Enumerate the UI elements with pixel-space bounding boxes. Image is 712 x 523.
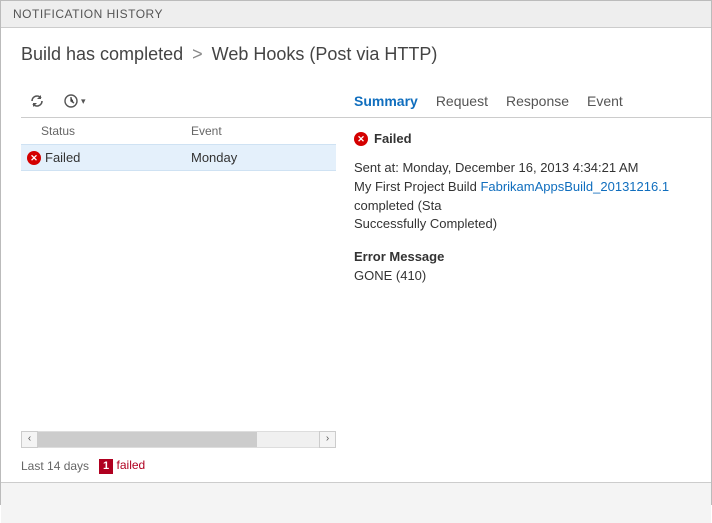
breadcrumb-event: Build has completed bbox=[21, 44, 183, 64]
panel-title-text: NOTIFICATION HISTORY bbox=[13, 7, 163, 21]
scroll-track[interactable] bbox=[38, 431, 319, 448]
history-toolbar: ▾ bbox=[21, 83, 336, 118]
horizontal-scrollbar[interactable]: ‹ › bbox=[21, 431, 336, 448]
message-prefix: My First Project Build bbox=[354, 179, 477, 194]
detail-tabs: Summary Request Response Event bbox=[336, 83, 711, 118]
build-link[interactable]: FabrikamAppsBuild_20131216.1 bbox=[480, 179, 669, 194]
failed-count-badge: 1 bbox=[99, 459, 113, 474]
sent-at-label: Sent at: bbox=[354, 160, 399, 175]
refresh-button[interactable] bbox=[29, 93, 45, 109]
tab-event[interactable]: Event bbox=[587, 93, 623, 109]
message-suffix-1: completed (Sta bbox=[354, 198, 441, 213]
message-line-2: Successfully Completed) bbox=[354, 215, 693, 234]
history-status-line: Last 14 days 1 failed bbox=[21, 454, 336, 482]
row-event: Monday bbox=[191, 150, 336, 165]
scroll-left-button[interactable]: ‹ bbox=[21, 431, 38, 448]
row-status: Failed bbox=[45, 150, 80, 165]
history-range-dropdown[interactable]: ▾ bbox=[63, 93, 86, 109]
detail-panel: Summary Request Response Event Failed Se… bbox=[336, 83, 711, 482]
error-icon bbox=[354, 132, 368, 146]
detail-status-row: Failed bbox=[354, 130, 693, 149]
message-line-1: My First Project Build FabrikamAppsBuild… bbox=[354, 178, 693, 216]
error-body: GONE (410) bbox=[354, 267, 693, 286]
tab-request[interactable]: Request bbox=[436, 93, 488, 109]
tab-summary[interactable]: Summary bbox=[354, 93, 418, 109]
scroll-right-button[interactable]: › bbox=[319, 431, 336, 448]
error-title: Error Message bbox=[354, 248, 693, 267]
history-table-header: Status Event bbox=[21, 118, 336, 144]
footer-strip bbox=[1, 483, 711, 523]
chevron-down-icon: ▾ bbox=[81, 96, 86, 107]
col-event: Event bbox=[191, 124, 336, 138]
scroll-thumb[interactable] bbox=[38, 432, 257, 447]
breadcrumb-separator: > bbox=[192, 44, 203, 64]
history-list-panel: ▾ Status Event Failed Monday ‹ › La bbox=[1, 83, 336, 482]
breadcrumb-consumer: Web Hooks (Post via HTTP) bbox=[212, 44, 438, 64]
history-icon bbox=[63, 93, 79, 109]
refresh-icon bbox=[29, 93, 45, 109]
sent-at-line: Sent at: Monday, December 16, 2013 4:34:… bbox=[354, 159, 693, 178]
detail-status: Failed bbox=[374, 130, 412, 149]
history-table-body: Failed Monday bbox=[21, 144, 336, 431]
breadcrumb: Build has completed > Web Hooks (Post vi… bbox=[1, 28, 711, 83]
panel-title: NOTIFICATION HISTORY bbox=[1, 1, 711, 28]
detail-body: Failed Sent at: Monday, December 16, 201… bbox=[336, 118, 711, 298]
sent-at-value: Monday, December 16, 2013 4:34:21 AM bbox=[402, 160, 638, 175]
col-status: Status bbox=[41, 124, 191, 138]
table-row[interactable]: Failed Monday bbox=[21, 144, 336, 171]
failed-label: failed bbox=[117, 458, 146, 472]
error-icon bbox=[27, 151, 41, 165]
range-label: Last 14 days bbox=[21, 459, 89, 473]
tab-response[interactable]: Response bbox=[506, 93, 569, 109]
